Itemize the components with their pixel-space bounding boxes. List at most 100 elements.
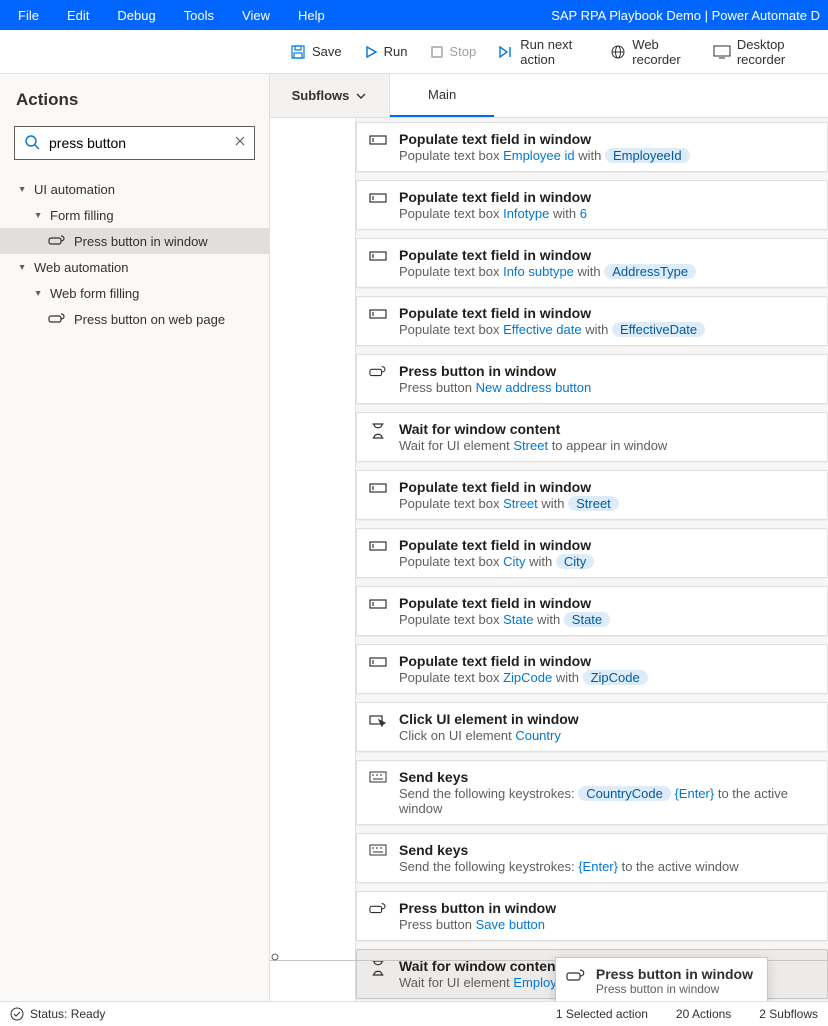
tree-ui-automation[interactable]: ▸ UI automation xyxy=(0,176,269,202)
web-recorder-button[interactable]: Web recorder xyxy=(600,31,701,73)
step-title: Populate text field in window xyxy=(399,537,594,553)
menu-tools[interactable]: Tools xyxy=(174,4,224,27)
step-title: Wait for window content xyxy=(399,421,667,437)
press-button-icon xyxy=(48,313,66,325)
step-card[interactable]: Send keysSend the following keystrokes: … xyxy=(356,833,828,883)
step-card[interactable]: Populate text field in windowPopulate te… xyxy=(356,180,828,230)
wait-icon xyxy=(369,960,387,976)
keys-icon xyxy=(369,844,387,856)
drop-marker xyxy=(270,950,280,965)
textbox-icon xyxy=(369,191,387,205)
menu-view[interactable]: View xyxy=(232,4,280,27)
desktop-icon xyxy=(713,45,731,59)
step-title: Press button in window xyxy=(399,363,591,379)
menu-bar: File Edit Debug Tools View Help SAP RPA … xyxy=(0,0,828,30)
step-title: Click UI element in window xyxy=(399,711,579,727)
step-title: Press button in window xyxy=(399,900,556,916)
tree-press-button-web[interactable]: Press button on web page xyxy=(0,306,269,332)
press-button-icon xyxy=(48,235,66,247)
chevron-down-icon: ▸ xyxy=(33,285,44,301)
tree-press-button-window[interactable]: Press button in window xyxy=(0,228,269,254)
click-icon xyxy=(369,713,387,727)
step-description: Press button New address button xyxy=(399,380,591,395)
run-button[interactable]: Run xyxy=(354,38,418,65)
search-box xyxy=(14,126,255,160)
step-description: Populate text box Effective date with Ef… xyxy=(399,322,705,337)
step-description: Populate text box City with City xyxy=(399,554,594,569)
press-icon xyxy=(369,902,387,916)
tooltip-desc: Press button in window xyxy=(596,982,753,996)
search-icon xyxy=(24,134,40,153)
chevron-down-icon xyxy=(355,90,367,102)
tree-label: Form filling xyxy=(50,208,269,223)
step-card[interactable]: Populate text field in windowPopulate te… xyxy=(356,470,828,520)
menu-edit[interactable]: Edit xyxy=(57,4,99,27)
stop-icon xyxy=(430,45,444,59)
tree-web-form-filling[interactable]: ▸ Web form filling xyxy=(0,280,269,306)
step-title: Populate text field in window xyxy=(399,305,705,321)
subflows-label: Subflows xyxy=(292,88,350,103)
play-icon xyxy=(364,45,378,59)
run-label: Run xyxy=(384,44,408,59)
sidebar-title: Actions xyxy=(0,74,269,126)
step-card[interactable]: Send keysSend the following keystrokes: … xyxy=(356,760,828,825)
tree-form-filling[interactable]: ▸ Form filling xyxy=(0,202,269,228)
step-card[interactable]: Click UI element in windowClick on UI el… xyxy=(356,702,828,752)
tab-label: Main xyxy=(428,87,456,102)
step-description: Wait for UI element Street to appear in … xyxy=(399,438,667,453)
desktop-recorder-label: Desktop recorder xyxy=(737,37,812,67)
save-button[interactable]: Save xyxy=(280,38,352,66)
step-card[interactable]: Populate text field in windowPopulate te… xyxy=(356,238,828,288)
tree-label: Web form filling xyxy=(50,286,269,301)
step-description: Populate text box Employee id with Emplo… xyxy=(399,148,690,163)
chevron-down-icon: ▸ xyxy=(33,207,44,223)
textbox-icon xyxy=(369,539,387,553)
step-icon xyxy=(498,45,514,59)
step-title: Populate text field in window xyxy=(399,479,619,495)
tree-label: Press button on web page xyxy=(74,312,269,327)
step-description: Populate text box Street with Street xyxy=(399,496,619,511)
line-number-gutter xyxy=(270,118,356,1001)
step-card[interactable]: Populate text field in windowPopulate te… xyxy=(356,528,828,578)
actions-sidebar: Actions ▸ UI automation xyxy=(0,74,270,1001)
step-title: Populate text field in window xyxy=(399,653,648,669)
step-title: Send keys xyxy=(399,842,739,858)
tabs-row: Subflows Main xyxy=(270,74,828,118)
step-card[interactable]: Populate text field in windowPopulate te… xyxy=(356,122,828,172)
step-card[interactable]: Populate text field in windowPopulate te… xyxy=(356,296,828,346)
wait-icon xyxy=(369,423,387,439)
clear-search-icon[interactable] xyxy=(233,134,247,151)
step-title: Populate text field in window xyxy=(399,131,690,147)
tree-web-automation[interactable]: ▸ Web automation xyxy=(0,254,269,280)
window-title: SAP RPA Playbook Demo | Power Automate D xyxy=(551,8,820,23)
toolbar: Save Run Stop Run next action Web record… xyxy=(0,30,828,74)
step-card[interactable]: Press button in windowPress button Save … xyxy=(356,891,828,941)
menu-debug[interactable]: Debug xyxy=(107,4,165,27)
menu-file[interactable]: File xyxy=(8,4,49,27)
step-card[interactable]: Press button in windowPress button New a… xyxy=(356,354,828,404)
step-description: Press button Save button xyxy=(399,917,556,932)
desktop-recorder-button[interactable]: Desktop recorder xyxy=(703,31,822,73)
step-title: Populate text field in window xyxy=(399,247,696,263)
subflows-dropdown[interactable]: Subflows xyxy=(270,74,390,117)
step-title: Send keys xyxy=(399,769,815,785)
check-circle-icon xyxy=(10,1007,24,1021)
run-next-button[interactable]: Run next action xyxy=(488,31,598,73)
step-card[interactable]: Populate text field in windowPopulate te… xyxy=(356,586,828,636)
menu-help[interactable]: Help xyxy=(288,4,335,27)
step-card[interactable]: Populate text field in windowPopulate te… xyxy=(356,644,828,694)
press-icon xyxy=(369,365,387,379)
tree-label: UI automation xyxy=(34,182,269,197)
keys-icon xyxy=(369,771,387,783)
save-icon xyxy=(290,44,306,60)
status-ready: Status: Ready xyxy=(30,1007,105,1021)
textbox-icon xyxy=(369,249,387,263)
step-description: Send the following keystrokes: {Enter} t… xyxy=(399,859,739,874)
status-bar: Status: Ready 1 Selected action 20 Actio… xyxy=(0,1001,828,1026)
status-subflows: 2 Subflows xyxy=(759,1007,818,1021)
tab-main[interactable]: Main xyxy=(390,74,494,117)
step-description: Click on UI element Country xyxy=(399,728,579,743)
step-description: Populate text box ZipCode with ZipCode xyxy=(399,670,648,685)
search-input[interactable] xyxy=(14,126,255,160)
step-card[interactable]: Wait for window contentWait for UI eleme… xyxy=(356,412,828,462)
